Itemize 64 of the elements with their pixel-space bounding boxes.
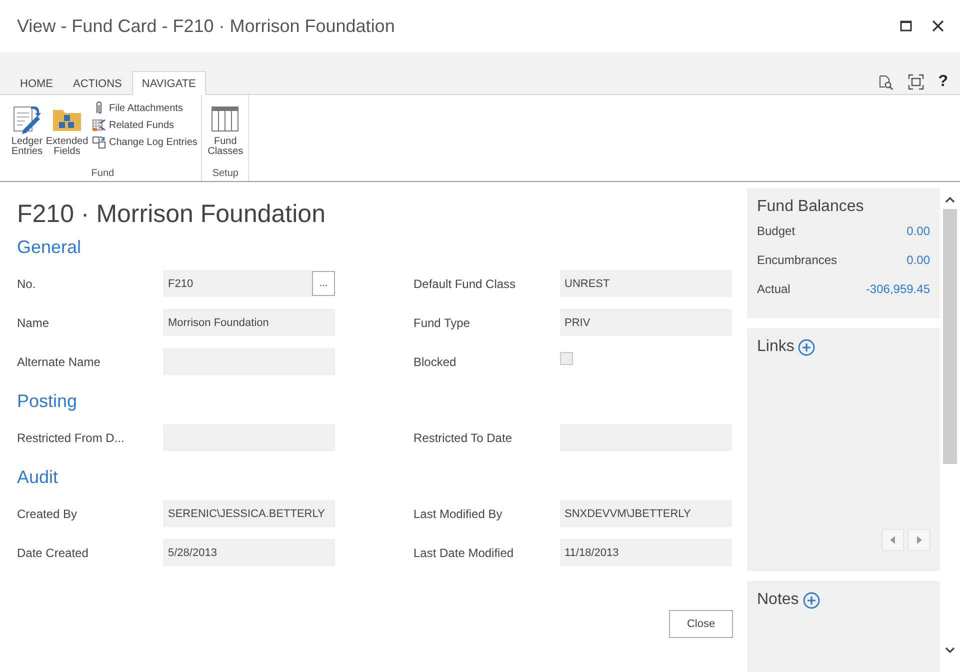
- ribbon-tab[interactable]: NAVIGATE: [132, 71, 206, 95]
- factbox-title: Notes: [757, 591, 799, 609]
- close-icon[interactable]: [932, 20, 944, 32]
- page-title: F210 · Morrison Foundation: [17, 200, 326, 229]
- ribbon-button[interactable]: File Attachments: [92, 101, 198, 115]
- ribbon-tab[interactable]: HOME: [10, 71, 63, 95]
- field-label: Date Created: [17, 546, 90, 560]
- section-title[interactable]: General: [17, 237, 733, 258]
- field-label: Name: [17, 316, 50, 330]
- window-title: View - Fund Card - F210 · Morrison Foundation: [17, 16, 395, 36]
- group-label: Fund: [90, 168, 116, 181]
- field-label: Fund Type: [414, 316, 471, 330]
- factbox-title: Fund Balances: [757, 198, 865, 216]
- close-button[interactable]: Close: [669, 610, 733, 638]
- balance-link[interactable]: 0.00: [906, 253, 930, 282]
- input-field[interactable]: 5/28/2013: [163, 539, 335, 566]
- section-title[interactable]: Audit: [17, 467, 733, 488]
- ribbon-tab[interactable]: ACTIONS: [63, 71, 132, 95]
- balance-link[interactable]: 0.00: [906, 224, 930, 253]
- field-label: Alternate Name: [17, 354, 102, 368]
- input-field[interactable]: Morrison Foundation: [163, 309, 335, 336]
- input-field[interactable]: UNREST: [560, 270, 732, 297]
- checkbox[interactable]: [560, 352, 572, 365]
- ribbon-button[interactable]: Change Log Entries: [92, 135, 198, 149]
- ribbon-button[interactable]: Fund Classes: [206, 97, 244, 168]
- balance-label: Actual: [757, 282, 790, 298]
- field-label: Blocked: [414, 354, 458, 368]
- balance-link[interactable]: -306,959.45: [866, 282, 930, 311]
- scroll-down-icon[interactable]: [945, 647, 955, 654]
- field-label: Default Fund Class: [414, 276, 517, 290]
- right-triangle-icon: [916, 536, 922, 544]
- ribbon-button[interactable]: Extended Fields: [48, 97, 86, 168]
- fullscreen-icon[interactable]: [908, 74, 924, 90]
- field-label: Restricted From D...: [17, 430, 126, 444]
- input-field[interactable]: PRIV: [560, 309, 732, 336]
- field-label: Restricted To Date: [414, 430, 513, 444]
- scroll-up-icon[interactable]: [945, 196, 955, 203]
- field-label: Last Date Modified: [414, 546, 515, 560]
- previous-button[interactable]: [882, 529, 904, 551]
- scrollbar-thumb[interactable]: [943, 209, 957, 464]
- balance-label: Budget: [757, 224, 796, 240]
- factbox-title: Links: [757, 338, 794, 356]
- copy-arrow-icon: [92, 135, 106, 149]
- left-triangle-icon: [890, 536, 896, 544]
- add-icon[interactable]: [802, 592, 820, 608]
- next-button[interactable]: [908, 529, 930, 551]
- lookup-button[interactable]: ...: [312, 271, 335, 296]
- ribbon-button[interactable]: Related Funds: [92, 118, 198, 132]
- balance-label: Encumbrances: [757, 253, 838, 269]
- input-field[interactable]: F210: [163, 270, 312, 297]
- input-field[interactable]: 11/18/2013: [560, 539, 732, 566]
- field-label: Last Modified By: [414, 506, 504, 520]
- help-button[interactable]: ?: [938, 73, 948, 91]
- maximize-icon[interactable]: [900, 20, 912, 32]
- add-icon[interactable]: [798, 338, 816, 356]
- field-label: No.: [17, 276, 37, 290]
- field-label: Created By: [17, 506, 78, 520]
- section-title[interactable]: Posting: [17, 391, 733, 412]
- input-field[interactable]: SNXDEVVM\JBETTERLY: [560, 500, 732, 527]
- ribbon-button[interactable]: Ledger Entries: [8, 97, 46, 168]
- input-field[interactable]: SERENIC\JESSICA.BETTERLY: [163, 500, 335, 527]
- grid-arrows-icon: [92, 118, 106, 132]
- group-label: Setup: [211, 168, 240, 181]
- search-document-icon[interactable]: [878, 74, 894, 90]
